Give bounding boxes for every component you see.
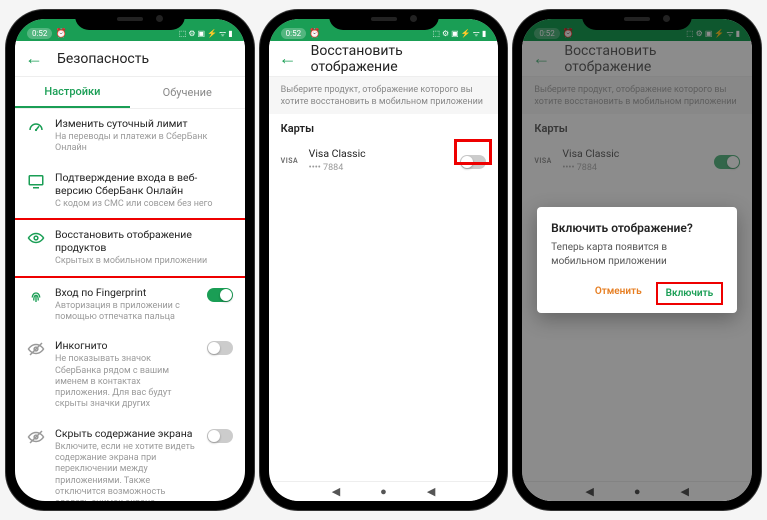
status-time: 0:52 (27, 28, 52, 39)
row-label: Скрыть содержание экрана (55, 427, 197, 440)
app-bar: ← Безопасность (15, 41, 245, 77)
phone-1: 0:52⏰ ⬚ ⚙ ▣ ⚡ ᯤ ▮ ← Безопасность Настрой… (6, 10, 254, 510)
tab-learning[interactable]: Обучение (130, 77, 245, 108)
page-title: Восстановить отображение (311, 43, 489, 75)
row-label: Подтверждение входа в веб-версию СберБан… (55, 171, 233, 197)
row-restore-display[interactable]: Восстановить отображение продуктов Скрыт… (15, 218, 245, 278)
card-row[interactable]: VISA Visa Classic •••• 7884 (269, 139, 499, 181)
dialog-body: Теперь карта появится в мобильном прилож… (551, 241, 723, 268)
screen: 0:52⏰ ⬚ ⚙ ▣ ⚡ ᯤ ▮ ← Восстановить отображ… (269, 19, 499, 501)
confirm-dialog: Включить отображение? Теперь карта появи… (537, 207, 737, 313)
status-alarm-icon: ⏰ (55, 29, 66, 39)
dialog-actions: Отменить Включить (551, 282, 723, 305)
row-daily-limit[interactable]: Изменить суточный лимит На переводы и пл… (15, 109, 245, 163)
status-right-icons: ⬚ ⚙ ▣ ⚡ ᯤ ▮ (179, 28, 233, 39)
row-web-confirm[interactable]: Подтверждение входа в веб-версию СберБан… (15, 163, 245, 219)
screen: 0:52⏰ ⬚ ⚙ ▣ ⚡ ᯤ ▮ ← Безопасность Настрой… (15, 19, 245, 501)
visa-icon: VISA (281, 157, 299, 165)
row-label: Восстановить отображение продуктов (55, 228, 233, 254)
notch (329, 10, 439, 30)
eye-off-icon (27, 340, 45, 358)
dialog-title: Включить отображение? (551, 221, 723, 235)
tabs: Настройки Обучение (15, 77, 245, 109)
notch (582, 10, 692, 30)
nav-back-icon[interactable]: ◀ (332, 485, 340, 498)
hint-text: Выберите продукт, отображение которого в… (269, 77, 499, 114)
toggle-fingerprint[interactable] (207, 288, 233, 302)
row-fingerprint[interactable]: Вход по Fingerprint Авторизация в прилож… (15, 278, 245, 332)
android-navbar: ◀ ● ◀ (269, 481, 499, 501)
card-name: Visa Classic (309, 147, 451, 160)
settings-list: Изменить суточный лимит На переводы и пл… (15, 109, 245, 501)
gauge-icon (27, 118, 45, 136)
notch (75, 10, 185, 30)
row-sub: Не показывать значок СберБанка рядом с в… (55, 354, 197, 410)
back-button[interactable]: ← (279, 48, 297, 69)
toggle-incognito[interactable] (207, 341, 233, 355)
tab-settings[interactable]: Настройки (15, 77, 130, 108)
phone-2: 0:52⏰ ⬚ ⚙ ▣ ⚡ ᯤ ▮ ← Восстановить отображ… (260, 10, 508, 510)
row-label: Изменить суточный лимит (55, 117, 233, 130)
section-cards: Карты (269, 114, 499, 139)
phone-3: 0:52⏰ ⬚ ⚙ ▣ ⚡ ᯤ ▮ ← Восстановить отображ… (513, 10, 761, 510)
row-sub: Авторизация в приложении с помощью отпеч… (55, 301, 197, 324)
page-title: Безопасность (57, 51, 149, 67)
monitor-icon (27, 172, 45, 190)
nav-recent-icon[interactable]: ◀ (427, 485, 435, 498)
row-label: Вход по Fingerprint (55, 286, 197, 299)
eye-icon (27, 229, 45, 247)
ok-button[interactable]: Включить (656, 282, 724, 305)
back-button[interactable]: ← (25, 48, 43, 69)
nav-home-icon[interactable]: ● (380, 485, 387, 498)
row-incognito[interactable]: Инкогнито Не показывать значок СберБанка… (15, 331, 245, 418)
card-mask: •••• 7884 (309, 163, 451, 174)
row-sub: На переводы и платежи в СберБанк Онлайн (55, 132, 233, 155)
status-time: 0:52 (281, 28, 306, 39)
app-bar: ← Восстановить отображение (269, 41, 499, 77)
row-sub: Включите, если не хотите видеть содержан… (55, 442, 197, 501)
toggle-hide-screen[interactable] (207, 429, 233, 443)
status-right-icons: ⬚ ⚙ ▣ ⚡ ᯤ ▮ (432, 28, 486, 39)
screen: 0:52⏰ ⬚ ⚙ ▣ ⚡ ᯤ ▮ ← Восстановить отображ… (522, 19, 752, 501)
row-sub: С кодом из СМС или совсем без него (55, 199, 233, 210)
row-sub: Скрытых в мобильном приложении (55, 256, 233, 267)
spacer (269, 182, 499, 481)
fingerprint-icon (27, 287, 45, 305)
highlight-box (454, 139, 492, 165)
row-label: Инкогнито (55, 339, 197, 352)
eye-off-icon (27, 428, 45, 446)
modal-scrim[interactable]: Включить отображение? Теперь карта появи… (522, 19, 752, 501)
row-hide-screen[interactable]: Скрыть содержание экрана Включите, если … (15, 419, 245, 501)
status-alarm-icon: ⏰ (309, 29, 320, 39)
cancel-button[interactable]: Отменить (587, 282, 650, 305)
